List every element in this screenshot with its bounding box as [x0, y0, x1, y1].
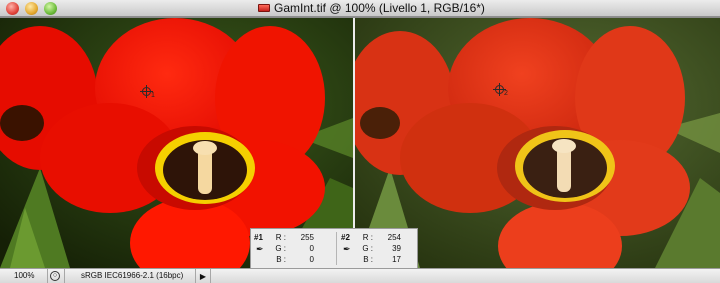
sampler-1-b-value: 0 [309, 255, 314, 264]
zoom-level-field[interactable]: 100% [0, 269, 48, 283]
b-label: B : [276, 255, 286, 264]
sampler-2-r-value: 254 [387, 233, 401, 242]
info-panel: #1 R : 255 ✒ G : 0 B : 0 #2 R : 254 ✒ G … [250, 228, 418, 268]
sampler-2-b-value: 17 [392, 255, 401, 264]
status-menu-arrow[interactable]: ▶ [198, 271, 208, 282]
b-label: B : [363, 255, 373, 264]
color-sampler-2[interactable]: 2 [493, 83, 509, 99]
sampler-2-tag: #2 [341, 233, 350, 242]
sampler-1-readout: #1 R : 255 ✒ G : 0 B : 0 [254, 232, 336, 265]
sampler-2-readout: #2 R : 254 ✒ G : 39 B : 17 [336, 232, 418, 265]
document-icon [258, 4, 270, 12]
zoom-icon[interactable] [44, 2, 57, 15]
document-canvas[interactable]: 1 2 #1 R: 255 ✒ G: 0 B: 0 #2 R: 254 … [0, 18, 720, 268]
sampler-1-r-value: 255 [300, 233, 314, 242]
status-bar-spacer [210, 269, 720, 283]
color-sampler-1[interactable]: 1 [140, 85, 156, 101]
g-label: G : [275, 244, 286, 253]
minimize-icon[interactable] [25, 2, 38, 15]
sampler-2-label: 2 [504, 90, 508, 97]
sampler-1-g-value: 0 [309, 244, 314, 253]
r-label: R : [275, 233, 286, 242]
sampler-1-label: 1 [151, 92, 155, 99]
window-titlebar: GamInt.tif @ 100% (Livello 1, RGB/16*) [0, 0, 720, 17]
document-profile-info: sRGB IEC61966-2.1 (16bpc) [64, 269, 196, 283]
close-icon[interactable] [6, 2, 19, 15]
r-label: R : [362, 233, 373, 242]
g-label: G : [362, 244, 373, 253]
sampler-2-g-value: 39 [392, 244, 401, 253]
sampler-1-tag: #1 [254, 233, 263, 242]
globe-icon[interactable]: ○ [50, 271, 60, 281]
status-bar: 100% ○ sRGB IEC61966-2.1 (16bpc) ▶ [0, 268, 720, 283]
window-title: GamInt.tif @ 100% (Livello 1, RGB/16*) [274, 1, 485, 15]
